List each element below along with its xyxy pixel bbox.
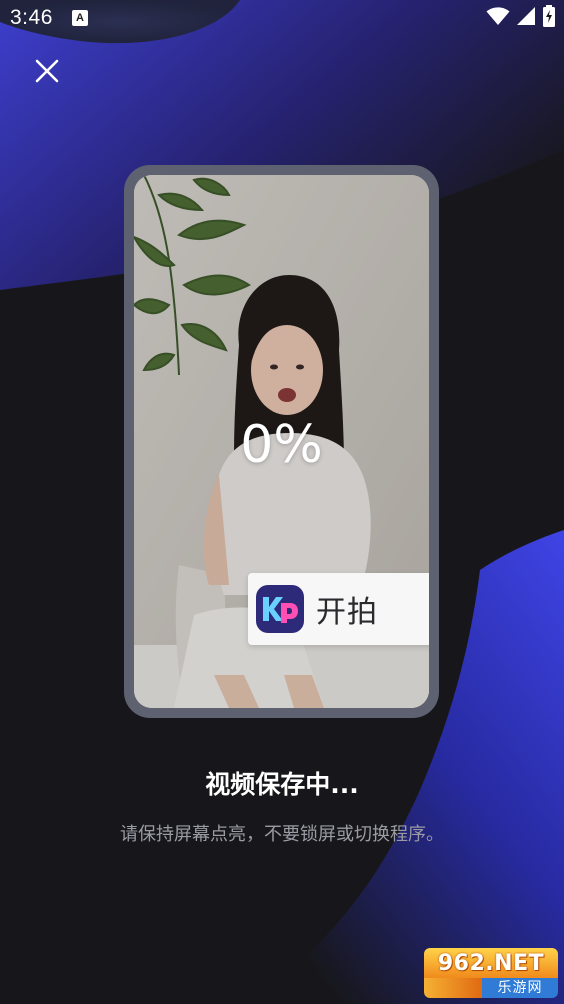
saving-title: 视频保存中... [205,770,359,799]
close-icon [35,59,59,87]
wifi-icon [486,6,510,30]
brand-name: 开拍 [316,595,378,630]
watermark-subtitle: 乐游网 [482,978,558,998]
progress-percentage: 0% [240,415,323,475]
signal-icon [516,6,536,30]
watermark-logo: 962.NET 乐游网 [424,948,558,998]
status-bar: 3:46 A [0,0,564,38]
status-time: 3:46 [10,6,53,29]
saving-hint: 请保持屏幕点亮，不要锁屏或切换程序。 [120,824,444,845]
battery-charging-icon [542,5,556,31]
watermark-site: 962.NET [424,948,558,978]
watermark-stripe [424,978,482,998]
brand-card: 开拍 [248,573,429,645]
close-button[interactable] [28,54,66,92]
notification-badge: A [72,10,88,26]
video-preview-frame: 0% 开拍 [124,165,439,718]
video-preview: 0% 开拍 [134,175,429,708]
kp-logo-icon [256,585,304,633]
status-icons [486,5,556,31]
